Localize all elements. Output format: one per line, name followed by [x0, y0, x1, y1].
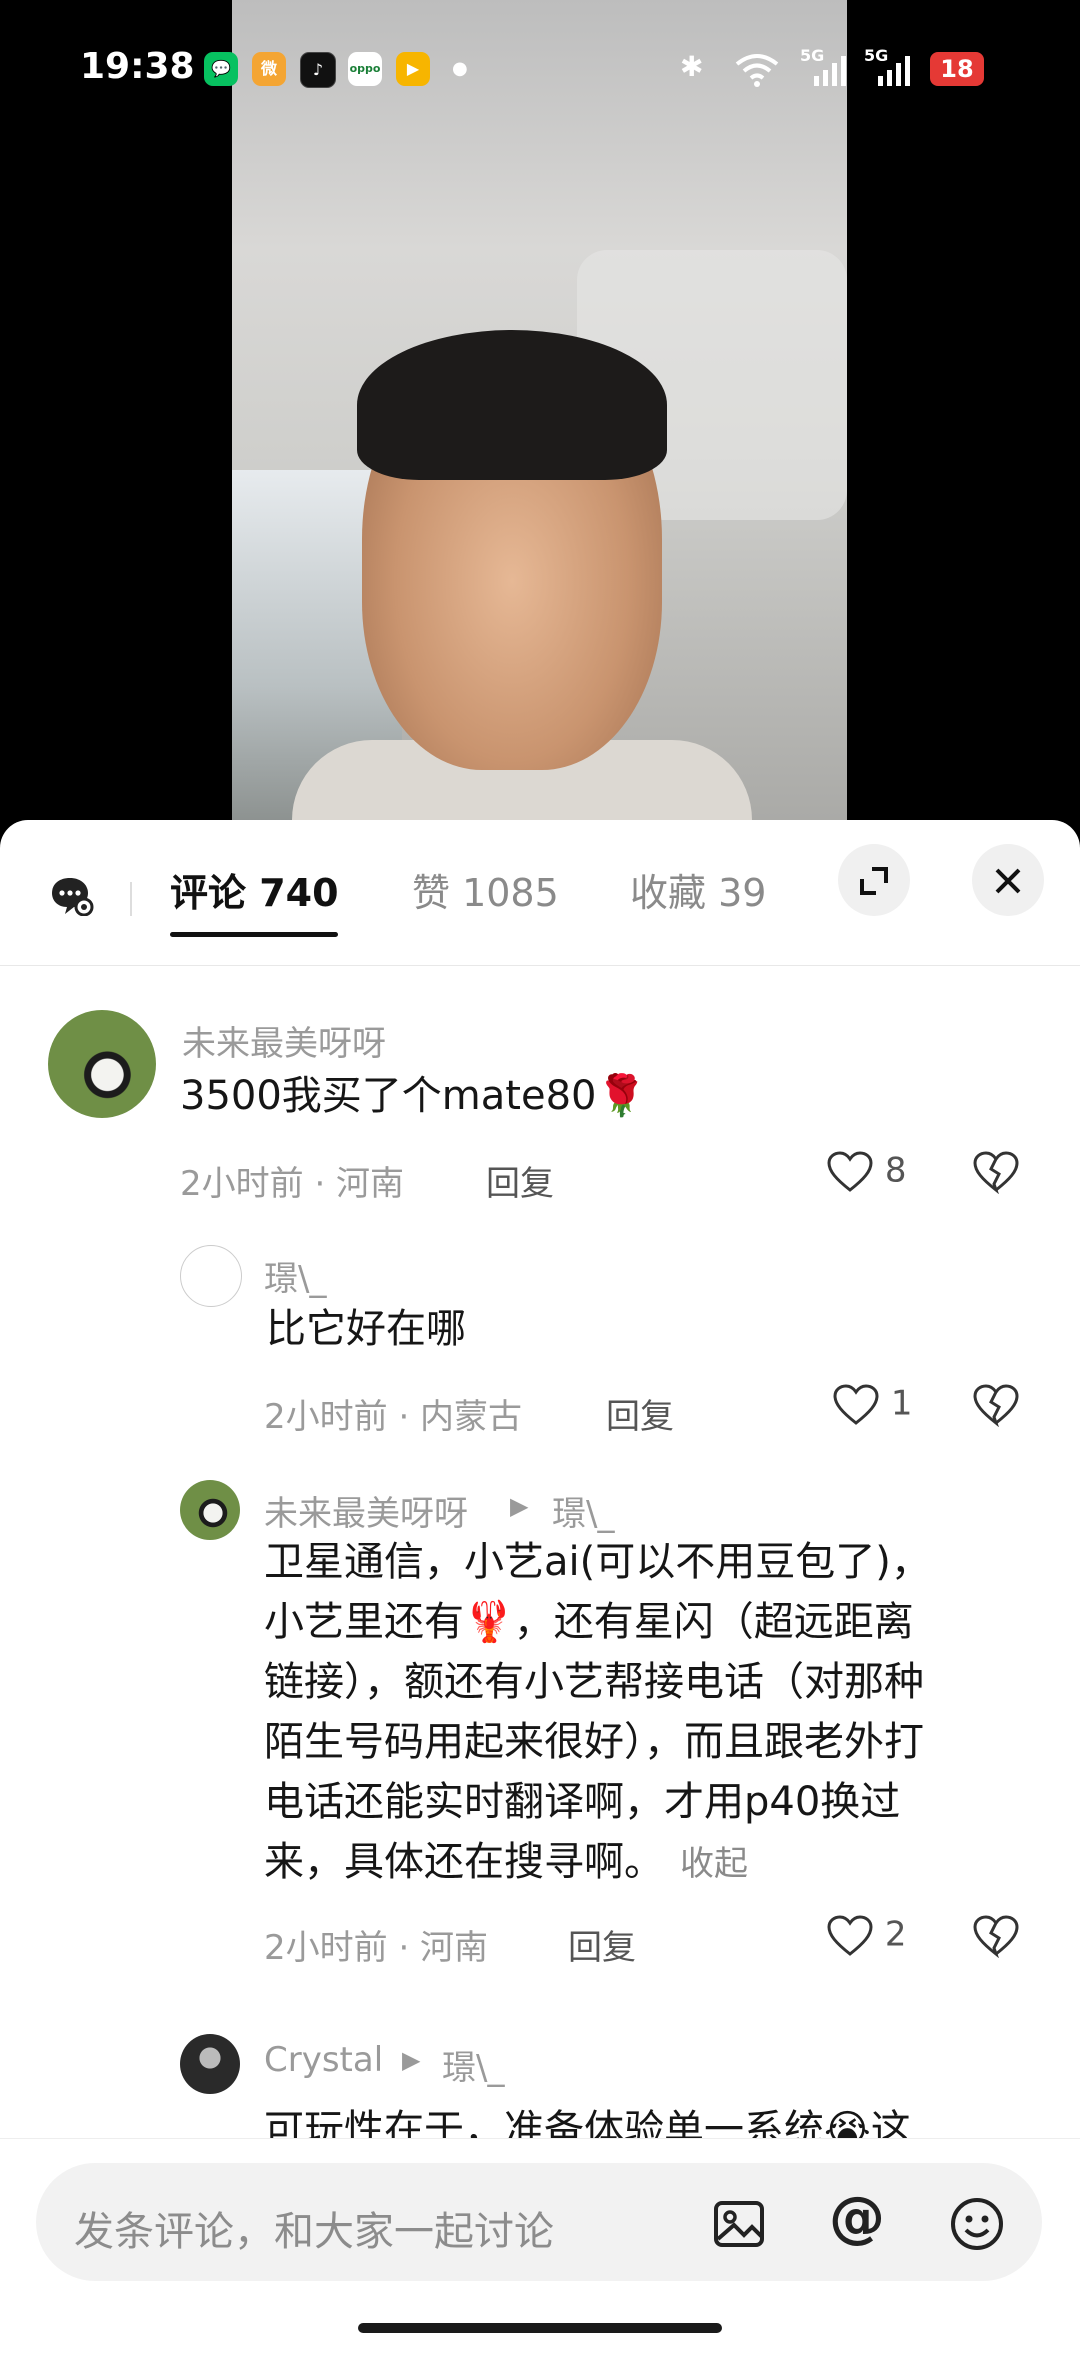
- heart-icon: [833, 1384, 879, 1425]
- expand-button[interactable]: [838, 844, 910, 916]
- like-count: 2: [884, 1914, 907, 1955]
- comment-username[interactable]: 未来最美呀呀: [182, 1016, 386, 1065]
- avatar[interactable]: [180, 1245, 242, 1307]
- dislike-button[interactable]: [972, 1914, 1020, 1959]
- tabs-divider: [130, 882, 132, 916]
- avatar[interactable]: [180, 2034, 240, 2094]
- avatar[interactable]: [48, 1010, 156, 1118]
- reply-button[interactable]: 回复: [606, 1389, 674, 1438]
- comment-tabs: 评论 740 赞 1085 收藏 39: [0, 820, 1080, 966]
- wifi-icon: [735, 54, 779, 87]
- collapse-button[interactable]: 收起: [680, 1844, 748, 1884]
- status-bar: 19:38 💬 微 ♪ oppo ▶ ● ✱ 5G 5G 18: [0, 0, 1080, 140]
- broken-heart-icon: [973, 1151, 1019, 1195]
- signal-bars-icon: [814, 56, 846, 86]
- wechat-icon: 💬: [204, 52, 238, 86]
- bluetooth-icon: ✱: [680, 50, 704, 83]
- tab-likes[interactable]: 赞 1085: [412, 862, 559, 917]
- close-icon: [995, 868, 1021, 894]
- avatar[interactable]: [180, 1480, 240, 1540]
- comment-text: 可玩性在于，准备体验单一系统😭这: [264, 2107, 911, 2140]
- comment-text-line: 链接），额还有小艺帮接电话（对那种: [264, 1659, 924, 1705]
- broken-heart-icon: [973, 1384, 1019, 1428]
- comment-sheet: 评论 740 赞 1085 收藏 39 未来最美呀呀 3500我买了个mate8…: [0, 820, 1080, 2354]
- status-time: 19:38: [80, 46, 195, 87]
- close-button[interactable]: [972, 844, 1044, 916]
- comment-username[interactable]: 璟\_: [264, 1251, 326, 1300]
- image-icon[interactable]: [710, 2195, 768, 2253]
- comment-username[interactable]: 未来最美呀呀: [264, 1486, 468, 1535]
- comment-text-line: 卫星通信，小艺ai(可以不用豆包了)，: [264, 1539, 931, 1585]
- reply-to-username[interactable]: 璟\_: [552, 1486, 614, 1535]
- comment-text-line: 来，具体还在搜寻啊。: [264, 1839, 664, 1885]
- emoji-icon[interactable]: [948, 2195, 1006, 2253]
- reply-arrow-icon: ▶: [510, 1492, 529, 1520]
- reply-button[interactable]: 回复: [486, 1156, 554, 1205]
- like-count: 1: [890, 1383, 913, 1424]
- reply-button[interactable]: 回复: [568, 1920, 636, 1969]
- comment-time-location: 2小时前 · 河南: [180, 1164, 405, 1204]
- oppo-icon: oppo: [348, 52, 382, 86]
- comment-username[interactable]: Crystal: [264, 2040, 383, 2080]
- like-count: 8: [884, 1150, 907, 1191]
- like-button[interactable]: 8: [826, 1150, 906, 1194]
- home-indicator[interactable]: [358, 2323, 722, 2333]
- battery-indicator: 18: [930, 52, 984, 86]
- signal-bars-icon-2: [878, 56, 910, 86]
- tab-active-underline: [170, 932, 338, 937]
- dislike-button[interactable]: [972, 1150, 1020, 1195]
- person-hair: [357, 330, 667, 480]
- comment-text-line: 小艺里还有🦞，还有星闪（超远距离: [264, 1599, 914, 1645]
- comment-text: 3500我买了个mate80🌹: [180, 1073, 647, 1119]
- reply-to-username[interactable]: 璟\_: [442, 2040, 504, 2089]
- weibo-icon: 微: [252, 52, 286, 86]
- comment-text: 卫星通信，小艺ai(可以不用豆包了)， 小艺里还有🦞，还有星闪（超远距离 链接）…: [264, 1532, 931, 1894]
- like-button[interactable]: 2: [826, 1914, 906, 1958]
- tiktok-icon: ♪: [300, 52, 336, 88]
- comment-item: Crystal ▶ 璟\_ 可玩性在于，准备体验单一系统😭这: [0, 2034, 1080, 2140]
- video-app-icon: ▶: [396, 52, 430, 86]
- heart-icon: [827, 1915, 873, 1956]
- expand-icon: [860, 867, 888, 895]
- notification-dot-icon: ●: [452, 58, 468, 79]
- comment-input-bar: 发条评论，和大家一起讨论 @: [0, 2138, 1080, 2355]
- tab-comments[interactable]: 评论 740: [170, 862, 339, 917]
- comment-text-line: 陌生号码用起来很好），而且跟老外打: [264, 1719, 924, 1765]
- like-button[interactable]: 1: [832, 1383, 912, 1427]
- comment-text: 比它好在哪: [266, 1306, 466, 1352]
- comment-time-location: 2小时前 · 河南: [264, 1928, 489, 1968]
- tab-favorites[interactable]: 收藏 39: [630, 862, 766, 917]
- comment-text-line: 电话还能实时翻译啊，才用p40换过: [264, 1779, 901, 1825]
- comment-time-location: 2小时前 · 内蒙古: [264, 1397, 523, 1437]
- comment-input[interactable]: 发条评论，和大家一起讨论 @: [36, 2163, 1042, 2281]
- comment-input-placeholder: 发条评论，和大家一起讨论: [74, 2209, 554, 2255]
- broken-heart-icon: [973, 1915, 1019, 1959]
- reply-arrow-icon: ▶: [402, 2046, 421, 2074]
- comment-settings-icon[interactable]: [50, 876, 94, 916]
- mention-icon[interactable]: @: [828, 2185, 886, 2250]
- comment-text-line-last: 来，具体还在搜寻啊。 收起: [264, 1832, 931, 1894]
- dislike-button[interactable]: [972, 1383, 1020, 1428]
- heart-icon: [827, 1151, 873, 1192]
